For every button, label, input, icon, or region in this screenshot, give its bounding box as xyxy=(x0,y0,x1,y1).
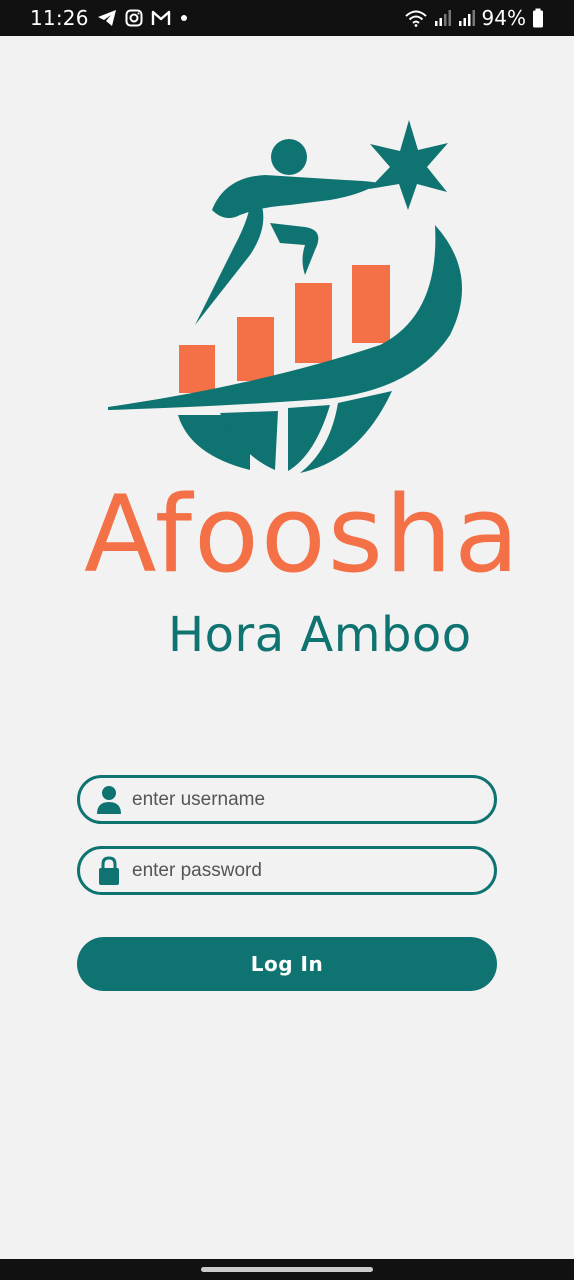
wifi-icon xyxy=(404,9,428,27)
home-indicator[interactable] xyxy=(201,1267,373,1272)
login-button[interactable]: Log In xyxy=(77,937,497,991)
status-left: 11:26 xyxy=(30,6,189,30)
username-field[interactable] xyxy=(77,775,497,824)
password-input[interactable] xyxy=(132,859,472,882)
dot-icon xyxy=(179,13,189,23)
signal-icon xyxy=(458,9,476,27)
brand-logo xyxy=(100,115,480,485)
battery-icon xyxy=(532,8,544,28)
telegram-icon xyxy=(97,9,117,27)
status-right: 94% xyxy=(404,6,544,30)
lock-icon xyxy=(94,855,124,886)
brand-title: Afoosha xyxy=(84,473,522,596)
status-bar: 11:26 94% xyxy=(0,0,574,36)
star-icon xyxy=(369,120,448,210)
battery-percent: 94% xyxy=(481,6,526,30)
gmail-icon xyxy=(151,10,171,26)
brand-subtitle: Hora Amboo xyxy=(168,607,472,663)
nav-bar xyxy=(0,1259,574,1280)
signal-icon xyxy=(434,9,452,27)
password-field[interactable] xyxy=(77,846,497,895)
status-time: 11:26 xyxy=(30,6,89,30)
username-input[interactable] xyxy=(132,788,472,811)
instagram-icon xyxy=(125,9,143,27)
user-icon xyxy=(94,785,124,815)
